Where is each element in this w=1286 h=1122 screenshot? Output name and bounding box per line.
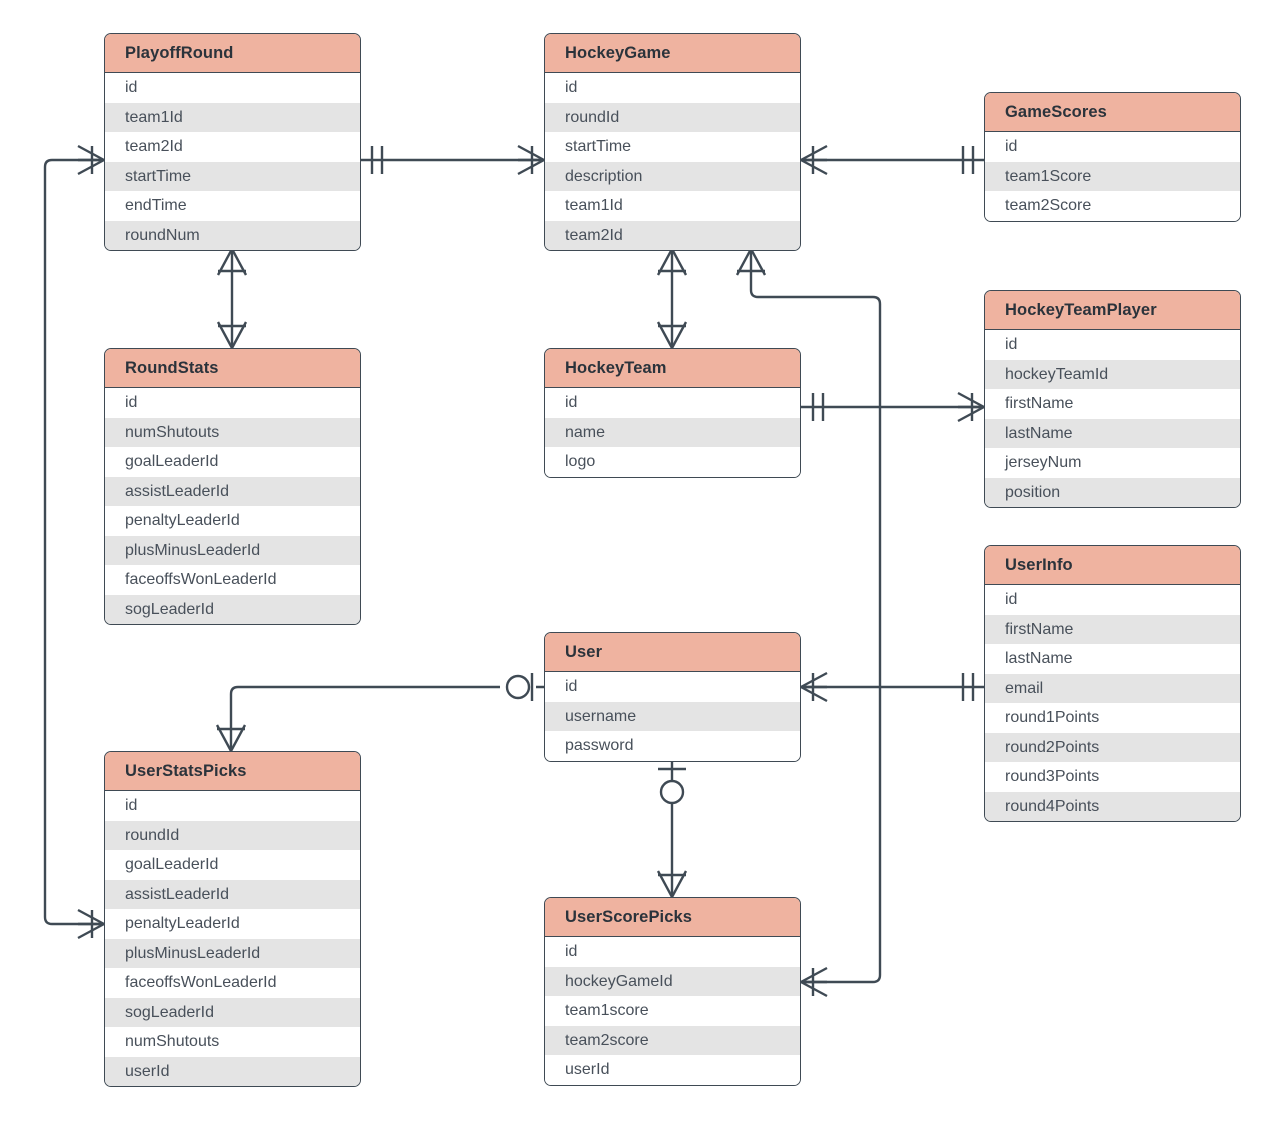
entity-title: UserStatsPicks — [105, 752, 360, 791]
entity-field: logo — [545, 447, 800, 477]
entity-field: startTime — [545, 132, 800, 162]
entity-field: id — [105, 791, 360, 821]
edge-hockeygame-gamescores — [800, 144, 984, 176]
entity-field: team1Score — [985, 161, 1240, 191]
entity-field: id — [985, 132, 1240, 162]
entity-field: name — [545, 417, 800, 447]
entity-field: plusMinusLeaderId — [105, 938, 360, 968]
entity-field: round3Points — [985, 762, 1240, 792]
edge-hockeyteam-hockeyteamplayer — [801, 391, 985, 423]
entity-field: lastName — [985, 644, 1240, 674]
entity-field: numShutouts — [105, 417, 360, 447]
entity-field: faceoffsWonLeaderId — [105, 968, 360, 998]
entity-field: assistLeaderId — [105, 879, 360, 909]
entity-field: userId — [105, 1056, 360, 1086]
edge-hockeygame-hockeyteam — [656, 248, 688, 349]
edge-playoffround-roundstats — [216, 248, 248, 349]
entity-field: id — [545, 73, 800, 103]
entity-field: team2Id — [545, 220, 800, 250]
entity-field: team1Id — [105, 102, 360, 132]
edge-playoffround-hockeygame — [361, 144, 545, 176]
entity-title: HockeyGame — [545, 34, 800, 73]
entity-field: team1score — [545, 996, 800, 1026]
entity-field: lastName — [985, 418, 1240, 448]
entity-field: round2Points — [985, 732, 1240, 762]
entity-field: id — [545, 937, 800, 967]
entity-userinfo[interactable]: UserInfo id firstName lastName email rou… — [984, 545, 1241, 822]
entity-hockeyteam[interactable]: HockeyTeam id name logo — [544, 348, 801, 478]
entity-field: username — [545, 701, 800, 731]
edge-playoffround-userstatspicks — [43, 144, 105, 940]
er-diagram-canvas: PlayoffRound id team1Id team2Id startTim… — [0, 0, 1286, 1122]
entity-field: faceoffsWonLeaderId — [105, 565, 360, 595]
entity-field: firstName — [985, 614, 1240, 644]
entity-field: endTime — [105, 191, 360, 221]
entity-field: position — [985, 477, 1240, 507]
entity-field: team2score — [545, 1025, 800, 1055]
entity-field: round1Points — [985, 703, 1240, 733]
entity-title: UserScorePicks — [545, 898, 800, 937]
entity-field: id — [545, 672, 800, 702]
entity-hockeyteamplayer[interactable]: HockeyTeamPlayer id hockeyTeamId firstNa… — [984, 290, 1241, 508]
entity-field: goalLeaderId — [105, 850, 360, 880]
entity-title: HockeyTeamPlayer — [985, 291, 1240, 330]
entity-field: id — [985, 330, 1240, 360]
entity-title: HockeyTeam — [545, 349, 800, 388]
edge-user-userinfo — [800, 671, 984, 703]
entity-field: id — [545, 388, 800, 418]
entity-field: plusMinusLeaderId — [105, 535, 360, 565]
entity-field: team2Id — [105, 132, 360, 162]
entity-field: id — [985, 585, 1240, 615]
entity-userscorepicks[interactable]: UserScorePicks id hockeyGameId team1scor… — [544, 897, 801, 1086]
entity-field: description — [545, 161, 800, 191]
entity-field: roundId — [105, 820, 360, 850]
entity-field: id — [105, 388, 360, 418]
entity-field: id — [105, 73, 360, 103]
entity-field: round4Points — [985, 791, 1240, 821]
entity-user[interactable]: User id username password — [544, 632, 801, 762]
entity-title: UserInfo — [985, 546, 1240, 585]
entity-title: GameScores — [985, 93, 1240, 132]
entity-field: hockeyGameId — [545, 966, 800, 996]
entity-roundstats[interactable]: RoundStats id numShutouts goalLeaderId a… — [104, 348, 361, 625]
entity-field: numShutouts — [105, 1027, 360, 1057]
entity-field: roundNum — [105, 220, 360, 250]
entity-field: team2Score — [985, 191, 1240, 221]
entity-field: team1Id — [545, 191, 800, 221]
entity-playoffround[interactable]: PlayoffRound id team1Id team2Id startTim… — [104, 33, 361, 251]
entity-field: hockeyTeamId — [985, 359, 1240, 389]
entity-field: sogLeaderId — [105, 997, 360, 1027]
entity-field: firstName — [985, 389, 1240, 419]
entity-field: penaltyLeaderId — [105, 506, 360, 536]
edge-user-userstatspicks — [215, 673, 544, 752]
entity-gamescores[interactable]: GameScores id team1Score team2Score — [984, 92, 1241, 222]
entity-field: startTime — [105, 161, 360, 191]
entity-field: assistLeaderId — [105, 476, 360, 506]
entity-field: jerseyNum — [985, 448, 1240, 478]
entity-title: RoundStats — [105, 349, 360, 388]
entity-field: userId — [545, 1055, 800, 1085]
entity-title: User — [545, 633, 800, 672]
entity-field: sogLeaderId — [105, 594, 360, 624]
entity-userstatspicks[interactable]: UserStatsPicks id roundId goalLeaderId a… — [104, 751, 361, 1087]
edge-user-userscorepicks — [656, 758, 688, 898]
entity-title: PlayoffRound — [105, 34, 360, 73]
entity-field: password — [545, 731, 800, 761]
entity-hockeygame[interactable]: HockeyGame id roundId startTime descript… — [544, 33, 801, 251]
entity-field: email — [985, 673, 1240, 703]
entity-field: penaltyLeaderId — [105, 909, 360, 939]
entity-field: roundId — [545, 102, 800, 132]
entity-field: goalLeaderId — [105, 447, 360, 477]
